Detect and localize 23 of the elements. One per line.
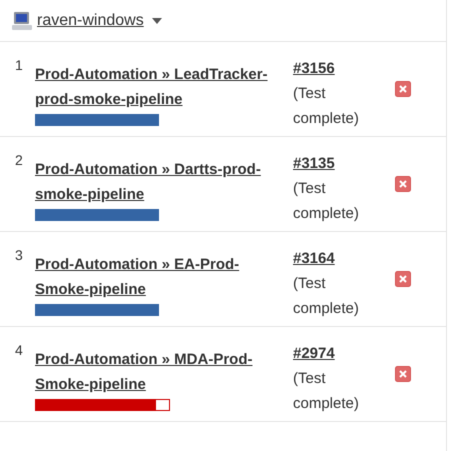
close-icon[interactable] [395, 176, 411, 192]
job-link[interactable]: Prod-Automation » EA-Prod-Smoke-pipeline [35, 252, 280, 302]
close-icon[interactable] [395, 366, 411, 382]
build-status: (Test complete) [293, 369, 360, 414]
job-link[interactable]: Prod-Automation » Dartts-prod-smoke-pipeline [35, 157, 280, 207]
job-link[interactable]: Prod-Automation » MDA-Prod-Smoke-pipeline [35, 347, 280, 397]
build-status: (Test complete) [293, 84, 360, 129]
caret-icon[interactable] [152, 18, 162, 24]
build-number-link[interactable]: #3156 [293, 56, 335, 81]
job-link[interactable]: Prod-Automation » LeadTracker-prod-smoke-pipeline [35, 62, 280, 112]
build-number-link[interactable]: #2974 [293, 341, 335, 366]
build-number-link[interactable]: #3135 [293, 151, 335, 176]
row-number: 3 [14, 246, 24, 265]
close-icon[interactable] [395, 271, 411, 287]
row-number: 2 [14, 151, 24, 170]
build-status: (Test complete) [293, 179, 360, 224]
row-number: 4 [14, 341, 24, 360]
row-number: 1 [14, 56, 24, 75]
build-status: (Test complete) [293, 274, 360, 319]
node-link[interactable]: raven-windows [37, 8, 144, 32]
build-number-link[interactable]: #3164 [293, 246, 335, 271]
computer-icon [11, 10, 33, 30]
close-icon[interactable] [395, 81, 411, 97]
